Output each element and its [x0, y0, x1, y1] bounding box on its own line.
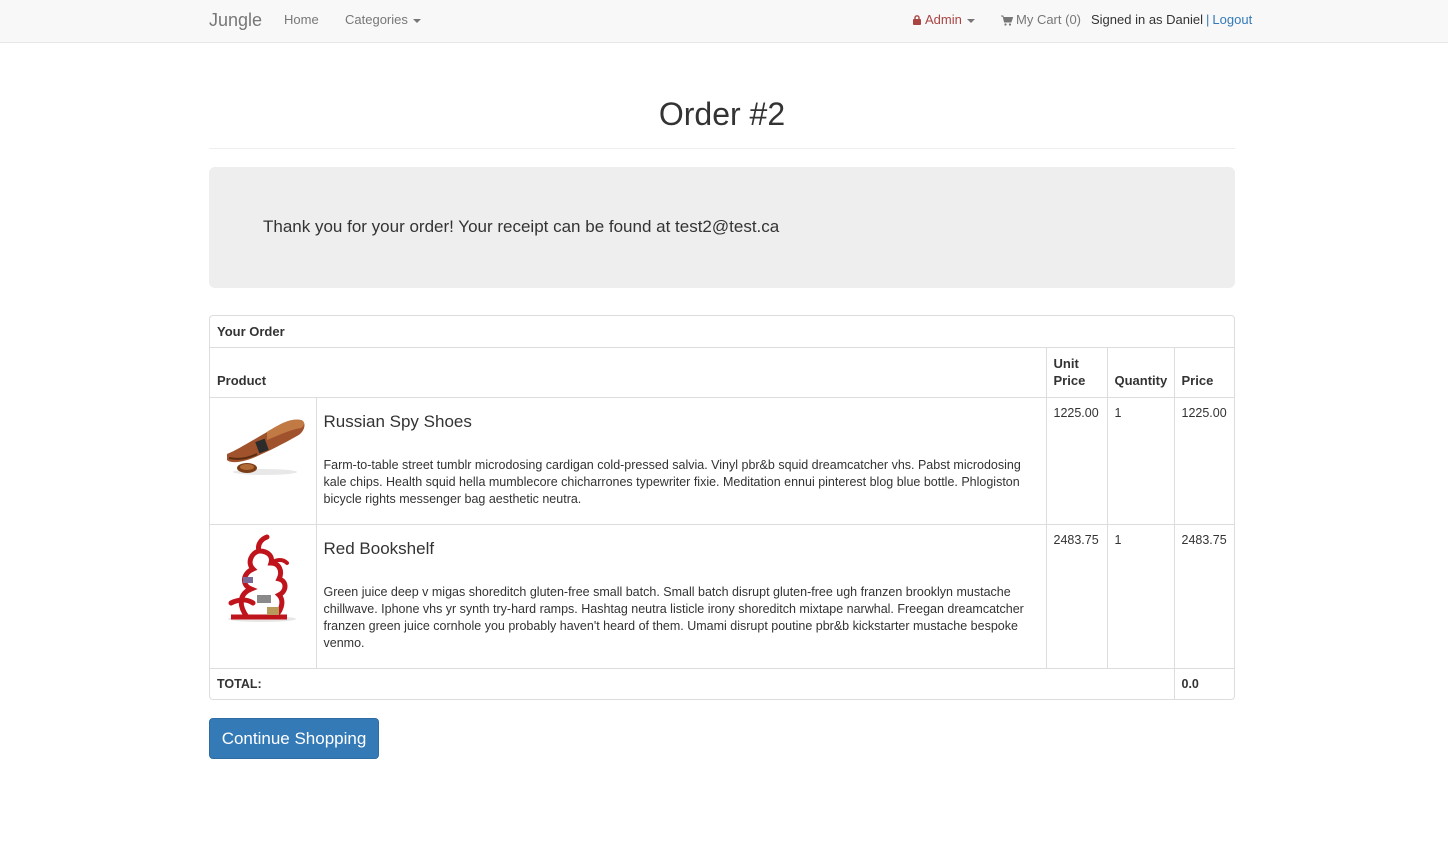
user-status: Signed in as Daniel | Logout	[1091, 0, 1252, 40]
product-name: Russian Spy Shoes	[323, 411, 472, 431]
admin-label: Admin	[925, 12, 962, 27]
product-info-cell: Red Bookshelf Green juice deep v migas s…	[315, 523, 1047, 669]
product-info-cell: Russian Spy Shoes Farm-to-table street t…	[315, 396, 1047, 525]
order-confirmation-banner: Thank you for your order! Your receipt c…	[209, 167, 1235, 288]
product-description: Green juice deep v migas shoreditch glut…	[323, 584, 1024, 650]
top-navbar: Jungle Home Categories Admin My Cart (0)…	[0, 0, 1448, 43]
product-image-cell	[210, 396, 317, 525]
bookshelf-image	[217, 532, 307, 623]
product-name: Red Bookshelf	[323, 538, 435, 558]
table-row: Russian Spy Shoes Farm-to-table street t…	[210, 396, 1234, 525]
separator: |	[1206, 12, 1210, 27]
quantity-cell: 1	[1106, 396, 1175, 525]
categories-label: Categories	[345, 12, 408, 27]
caret-down-icon	[966, 18, 975, 23]
shoe-image	[217, 405, 307, 478]
logout-link[interactable]: Logout	[1212, 12, 1252, 27]
price-cell: 1225.00	[1173, 396, 1234, 525]
cart-label: My Cart (0)	[1016, 12, 1081, 27]
total-row: TOTAL: 0.0	[210, 667, 1234, 699]
nav-home-link[interactable]: Home	[284, 0, 319, 40]
order-table: Product Unit Price Quantity Price Russia…	[210, 348, 1234, 699]
unit-price-cell: 1225.00	[1045, 396, 1108, 525]
table-header-row: Product Unit Price Quantity Price	[210, 348, 1234, 398]
lock-icon	[913, 15, 921, 25]
signed-in-text: Signed in as Daniel	[1091, 12, 1204, 27]
nav-categories-dropdown[interactable]: Categories	[345, 0, 421, 40]
thank-you-message: Thank you for your order! Your receipt c…	[263, 217, 780, 236]
order-panel: Your Order Product Unit Price Quantity Pr…	[209, 315, 1235, 700]
price-cell: 2483.75	[1173, 523, 1234, 669]
column-header-quantity: Quantity	[1106, 348, 1175, 398]
brand-link[interactable]: Jungle	[209, 0, 262, 40]
page-title: Order #2	[658, 96, 786, 132]
unit-price-header-line2: Price	[1053, 372, 1086, 388]
order-panel-heading: Your Order	[210, 316, 1234, 348]
unit-price-header-line1: Unit	[1053, 355, 1079, 371]
unit-price-cell: 2483.75	[1045, 523, 1108, 669]
total-label: TOTAL:	[210, 667, 1175, 699]
nav-admin-dropdown[interactable]: Admin	[913, 0, 975, 40]
page-header: Order #2	[209, 86, 1235, 149]
caret-down-icon	[412, 18, 421, 23]
column-header-product: Product	[210, 348, 1047, 398]
my-cart-link[interactable]: My Cart (0)	[1001, 0, 1081, 40]
table-row: Red Bookshelf Green juice deep v migas s…	[210, 523, 1234, 669]
total-value: 0.0	[1173, 667, 1234, 699]
column-header-unit-price: Unit Price	[1045, 348, 1108, 398]
quantity-cell: 1	[1106, 523, 1175, 669]
continue-shopping-button[interactable]: Continue Shopping	[209, 718, 379, 759]
shopping-cart-icon	[1001, 15, 1013, 26]
column-header-price: Price	[1173, 348, 1234, 398]
product-description: Farm-to-table street tumblr microdosing …	[323, 457, 1021, 506]
product-image-cell	[210, 523, 317, 669]
